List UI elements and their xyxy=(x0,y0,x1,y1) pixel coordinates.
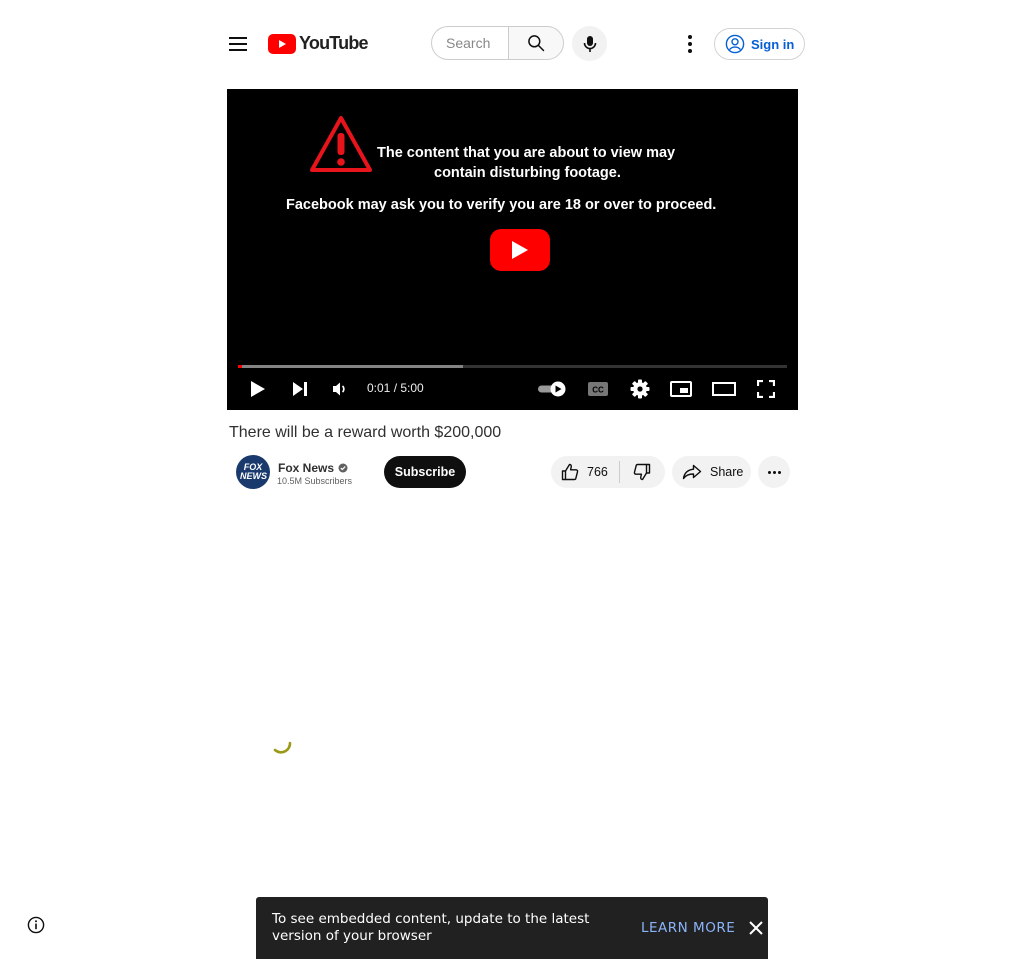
fullscreen-icon xyxy=(757,380,775,398)
mute-button[interactable] xyxy=(329,377,351,401)
more-actions-button[interactable] xyxy=(758,456,790,488)
warning-icon xyxy=(310,116,372,172)
microphone-icon xyxy=(583,35,596,52)
time-display: 0:01 / 5:00 xyxy=(367,381,424,395)
progress-played xyxy=(238,365,242,368)
miniplayer-button[interactable] xyxy=(668,377,694,401)
skip-next-icon xyxy=(293,382,307,396)
menu-icon[interactable] xyxy=(224,30,252,58)
like-button[interactable]: 766 xyxy=(551,456,619,488)
update-browser-toast: To see embedded content, update to the l… xyxy=(256,897,768,959)
settings-button[interactable] xyxy=(627,377,653,401)
next-button[interactable] xyxy=(289,377,311,401)
svg-text:CC: CC xyxy=(592,386,604,395)
voice-search-button[interactable] xyxy=(572,26,607,61)
thumbs-down-icon xyxy=(633,463,651,481)
learn-more-link[interactable]: LEARN MORE xyxy=(641,920,735,936)
share-icon xyxy=(682,464,702,480)
toast-message: To see embedded content, update to the l… xyxy=(272,911,590,944)
thumbs-up-icon xyxy=(561,463,579,481)
autoplay-toggle-icon xyxy=(538,381,566,397)
closed-captions-icon: CC xyxy=(588,382,608,396)
youtube-logo[interactable]: YouTube xyxy=(268,33,369,54)
play-button[interactable] xyxy=(247,377,269,401)
info-icon[interactable] xyxy=(27,916,45,934)
youtube-play-logo-icon xyxy=(268,33,296,54)
share-label: Share xyxy=(710,465,744,479)
verified-icon xyxy=(338,463,348,473)
share-button[interactable]: Share xyxy=(672,456,751,488)
loading-spinner-icon xyxy=(273,741,292,754)
account-icon xyxy=(725,34,745,54)
search-input[interactable] xyxy=(431,26,509,60)
dislike-button[interactable] xyxy=(620,456,664,488)
progress-bar[interactable] xyxy=(238,365,787,368)
logo-text: YouTube xyxy=(299,33,369,53)
sign-in-button[interactable]: Sign in xyxy=(714,28,805,60)
like-count: 766 xyxy=(587,465,608,479)
sign-in-label: Sign in xyxy=(751,36,795,52)
play-icon xyxy=(512,241,528,259)
large-play-button[interactable] xyxy=(490,229,550,271)
subtitles-button[interactable]: CC xyxy=(585,377,611,401)
channel-name: Fox News xyxy=(278,461,335,475)
gear-icon xyxy=(630,379,650,399)
channel-avatar-text: FOX NEWS xyxy=(240,462,267,481)
miniplayer-icon xyxy=(670,381,692,397)
warning-text-line2: contain disturbing footage. xyxy=(434,165,621,181)
volume-icon xyxy=(333,382,345,396)
subscriber-count: 10.5M Subscribers xyxy=(277,476,353,486)
search-icon xyxy=(528,35,545,52)
play-icon xyxy=(251,381,265,397)
settings-menu-icon[interactable] xyxy=(680,32,700,56)
like-dislike-group: 766 xyxy=(551,456,665,488)
theater-mode-button[interactable] xyxy=(710,377,738,401)
progress-loaded xyxy=(238,365,464,368)
search-button[interactable] xyxy=(508,26,564,60)
channel-name-row[interactable]: Fox News xyxy=(278,461,348,475)
video-title: There will be a reward worth $200,000 xyxy=(229,424,502,441)
theater-mode-icon xyxy=(712,382,736,396)
autoplay-toggle[interactable] xyxy=(536,377,568,401)
warning-text-line3: Facebook may ask you to verify you are 1… xyxy=(286,197,717,213)
close-icon[interactable] xyxy=(748,920,764,936)
channel-avatar[interactable]: FOX NEWS xyxy=(236,455,270,489)
subscribe-button[interactable]: Subscribe xyxy=(384,456,466,488)
fullscreen-button[interactable] xyxy=(754,377,778,401)
video-player[interactable]: The content that you are about to view m… xyxy=(227,89,798,410)
warning-text-line1: The content that you are about to view m… xyxy=(377,145,676,161)
